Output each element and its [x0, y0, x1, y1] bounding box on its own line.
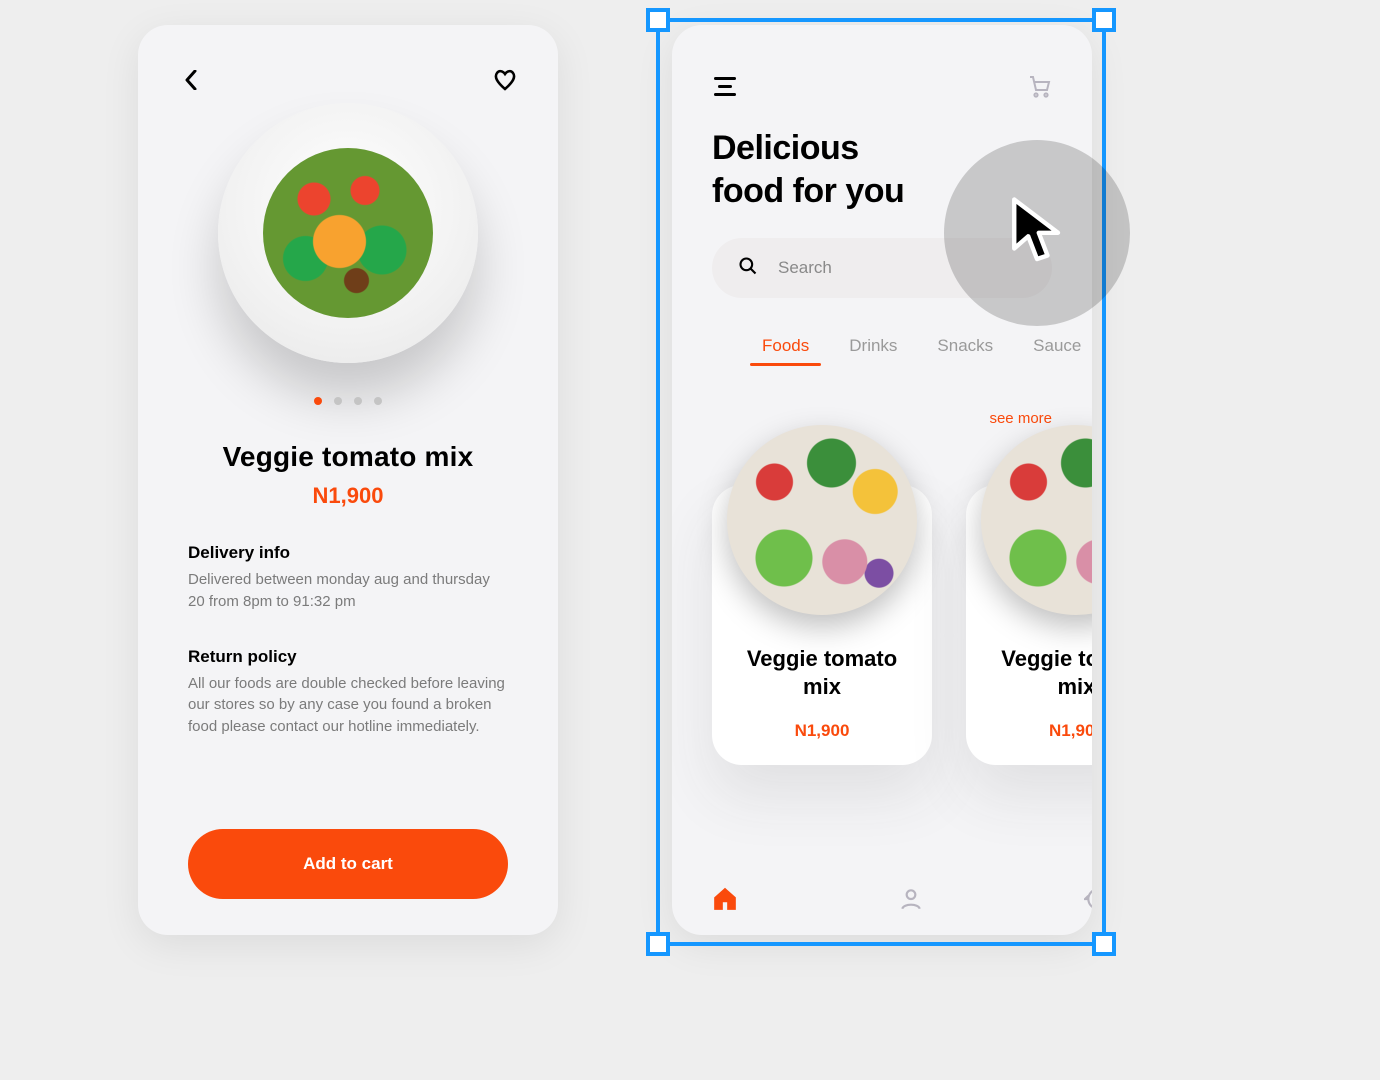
resize-handle-tl[interactable]: [646, 8, 670, 32]
delivery-section: Delivery info Delivered between monday a…: [138, 543, 558, 613]
return-body: All our foods are double checked before …: [188, 673, 508, 738]
cursor-indicator: [944, 140, 1130, 326]
tab-drinks[interactable]: Drinks: [849, 336, 897, 366]
home-header: [672, 25, 1092, 99]
search-icon: [738, 256, 758, 281]
resize-handle-br[interactable]: [1092, 932, 1116, 956]
food-image: [727, 425, 917, 615]
gallery-dot[interactable]: [314, 397, 322, 405]
gallery-dot[interactable]: [354, 397, 362, 405]
resize-handle-bl[interactable]: [646, 932, 670, 956]
back-icon[interactable]: [178, 67, 204, 93]
heart-icon[interactable]: [492, 67, 518, 93]
hero-line-1: Delicious: [712, 129, 859, 167]
product-price: N1,900: [138, 483, 558, 509]
hero-line-2: food for you: [712, 172, 904, 210]
menu-icon[interactable]: [712, 73, 738, 99]
tab-sauce[interactable]: Sauce: [1033, 336, 1081, 366]
gallery-dot[interactable]: [374, 397, 382, 405]
nav-history-icon[interactable]: [1084, 886, 1092, 917]
detail-header: [138, 25, 558, 93]
detail-screen: Veggie tomato mix N1,900 Delivery info D…: [138, 25, 558, 935]
tab-snacks[interactable]: Snacks: [937, 336, 993, 366]
product-title: Veggie tomato mix: [138, 441, 558, 473]
tab-foods[interactable]: Foods: [762, 336, 809, 366]
return-section: Return policy All our foods are double c…: [138, 647, 558, 738]
add-to-cart-button[interactable]: Add to cart: [188, 829, 508, 899]
see-more-link[interactable]: see more: [672, 366, 1092, 427]
cursor-icon: [1007, 196, 1067, 271]
food-price: N1,900: [712, 721, 932, 741]
nav-home-icon[interactable]: [712, 886, 738, 917]
product-gallery: [138, 103, 558, 405]
cart-icon[interactable]: [1026, 73, 1052, 99]
food-cards-row[interactable]: Veggie tomato mix N1,900 Veggie tomato m…: [672, 435, 1092, 775]
delivery-body: Delivered between monday aug and thursda…: [188, 569, 508, 613]
food-card[interactable]: Veggie tomato mix N1,900: [712, 485, 932, 765]
food-card[interactable]: Veggie tomato mix N1,900: [966, 485, 1092, 765]
food-name: Veggie tomato mix: [986, 645, 1092, 700]
product-image: [218, 103, 478, 363]
bottom-nav: [712, 886, 1092, 917]
gallery-dot[interactable]: [334, 397, 342, 405]
food-name: Veggie tomato mix: [732, 645, 912, 700]
delivery-heading: Delivery info: [188, 543, 508, 563]
return-heading: Return policy: [188, 647, 508, 667]
resize-handle-tr[interactable]: [1092, 8, 1116, 32]
nav-user-icon[interactable]: [898, 886, 924, 917]
food-image: [981, 425, 1092, 615]
food-price: N1,900: [966, 721, 1092, 741]
gallery-dots[interactable]: [314, 397, 382, 405]
